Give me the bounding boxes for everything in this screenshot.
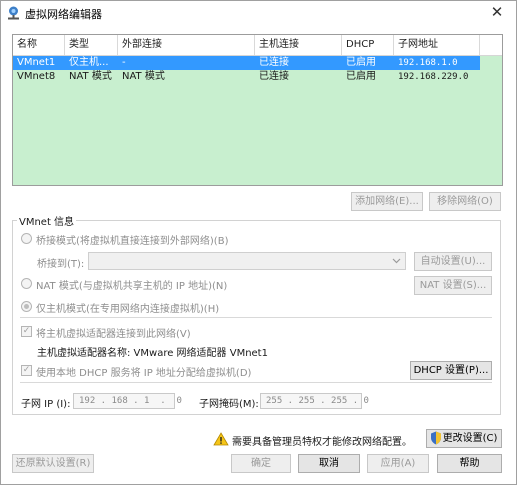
bridged-to-select[interactable]	[88, 252, 406, 270]
apply-button[interactable]: 应用(A)	[367, 454, 429, 473]
help-button[interactable]: 帮助	[437, 454, 502, 473]
cell-dhcp: 已启用	[346, 57, 376, 68]
cell-host: 已连接	[259, 57, 289, 68]
host-only-mode-radio[interactable]	[21, 301, 32, 312]
cell-name: VMnet1	[17, 57, 56, 68]
admin-notice-text: 需要具备管理员特权才能修改网络配置。	[232, 437, 412, 448]
column-header-host[interactable]: 主机连接	[255, 35, 342, 55]
add-network-button[interactable]: 添加网络(E)...	[351, 192, 423, 211]
divider	[20, 382, 492, 383]
nat-settings-button[interactable]: NAT 设置(S)...	[414, 276, 492, 295]
chevron-down-icon	[392, 258, 401, 264]
bridged-mode-radio[interactable]	[21, 233, 32, 244]
cell-subnet: 192.168.229.0	[398, 72, 469, 82]
vmware-network-icon	[8, 6, 19, 20]
column-header-subnet[interactable]: 子网地址	[394, 35, 480, 55]
cell-host: 已连接	[259, 71, 289, 82]
subnet-mask-input[interactable]: 255 . 255 . 255 . 0	[260, 393, 369, 409]
column-header-dhcp[interactable]: DHCP	[342, 35, 394, 55]
virtual-network-editor-window: 虚拟网络编辑器 ✕ 名称 类型 外部连接 主机连接 DHCP 子网地址 VMne…	[0, 0, 517, 485]
window-title: 虚拟网络编辑器	[25, 8, 102, 21]
restore-defaults-button[interactable]: 还原默认设置(R)	[12, 454, 94, 473]
nat-mode-radio[interactable]	[21, 278, 32, 289]
bridged-to-label: 桥接到(T):	[37, 259, 85, 270]
cell-dhcp: 已启用	[346, 71, 376, 82]
cell-subnet: 192.168.1.0	[398, 58, 458, 68]
table-header: 名称 类型 外部连接 主机连接 DHCP 子网地址	[13, 35, 502, 56]
warning-icon	[213, 432, 229, 446]
cancel-button[interactable]: 取消	[298, 454, 360, 473]
column-header-type[interactable]: 类型	[65, 35, 118, 55]
divider	[20, 317, 492, 318]
table-row[interactable]: VMnet8 NAT 模式 NAT 模式 已连接 已启用 192.168.229…	[13, 70, 480, 84]
local-dhcp-checkbox[interactable]: ✓	[21, 365, 32, 376]
shield-icon	[431, 431, 441, 445]
host-only-mode-label: 仅主机模式(在专用网络内连接虚拟机)(H)	[36, 304, 220, 315]
cell-type: 仅主机...	[69, 57, 109, 68]
subnet-ip-label: 子网 IP (I):	[21, 399, 71, 410]
vmnet-info-legend: VMnet 信息	[17, 213, 77, 228]
cell-type: NAT 模式	[69, 71, 112, 82]
cell-name: VMnet8	[17, 71, 56, 82]
local-dhcp-label: 使用本地 DHCP 服务将 IP 地址分配给虚拟机(D)	[36, 368, 252, 379]
bridged-mode-label: 桥接模式(将虚拟机直接连接到外部网络)(B)	[36, 236, 229, 247]
nat-mode-label: NAT 模式(与虚拟机共享主机的 IP 地址)(N)	[36, 281, 228, 292]
subnet-mask-label: 子网掩码(M):	[199, 399, 259, 410]
column-header-external[interactable]: 外部连接	[118, 35, 255, 55]
cell-external: -	[122, 57, 126, 68]
table-row[interactable]: VMnet1 仅主机... - 已连接 已启用 192.168.1.0	[13, 56, 480, 70]
column-header-filler	[480, 35, 502, 55]
subnet-ip-input[interactable]: 192 . 168 . 1 . 0	[73, 393, 182, 409]
change-settings-label: 更改设置(C)	[442, 433, 498, 444]
network-table[interactable]: 名称 类型 外部连接 主机连接 DHCP 子网地址 VMnet1 仅主机... …	[12, 34, 503, 186]
remove-network-button[interactable]: 移除网络(O)	[429, 192, 501, 211]
cell-external: NAT 模式	[122, 71, 165, 82]
dhcp-settings-button[interactable]: DHCP 设置(P)...	[410, 361, 492, 380]
title-bar: 虚拟网络编辑器 ✕	[1, 1, 516, 25]
column-header-name[interactable]: 名称	[13, 35, 65, 55]
adapter-name-label: 主机虚拟适配器名称: VMware 网络适配器 VMnet1	[37, 348, 268, 359]
connect-adapter-checkbox[interactable]: ✓	[21, 326, 32, 337]
connect-adapter-label: 将主机虚拟适配器连接到此网络(V)	[36, 329, 191, 340]
ok-button[interactable]: 确定	[231, 454, 291, 473]
auto-settings-button[interactable]: 自动设置(U)...	[414, 252, 492, 271]
close-icon[interactable]: ✕	[488, 4, 506, 20]
